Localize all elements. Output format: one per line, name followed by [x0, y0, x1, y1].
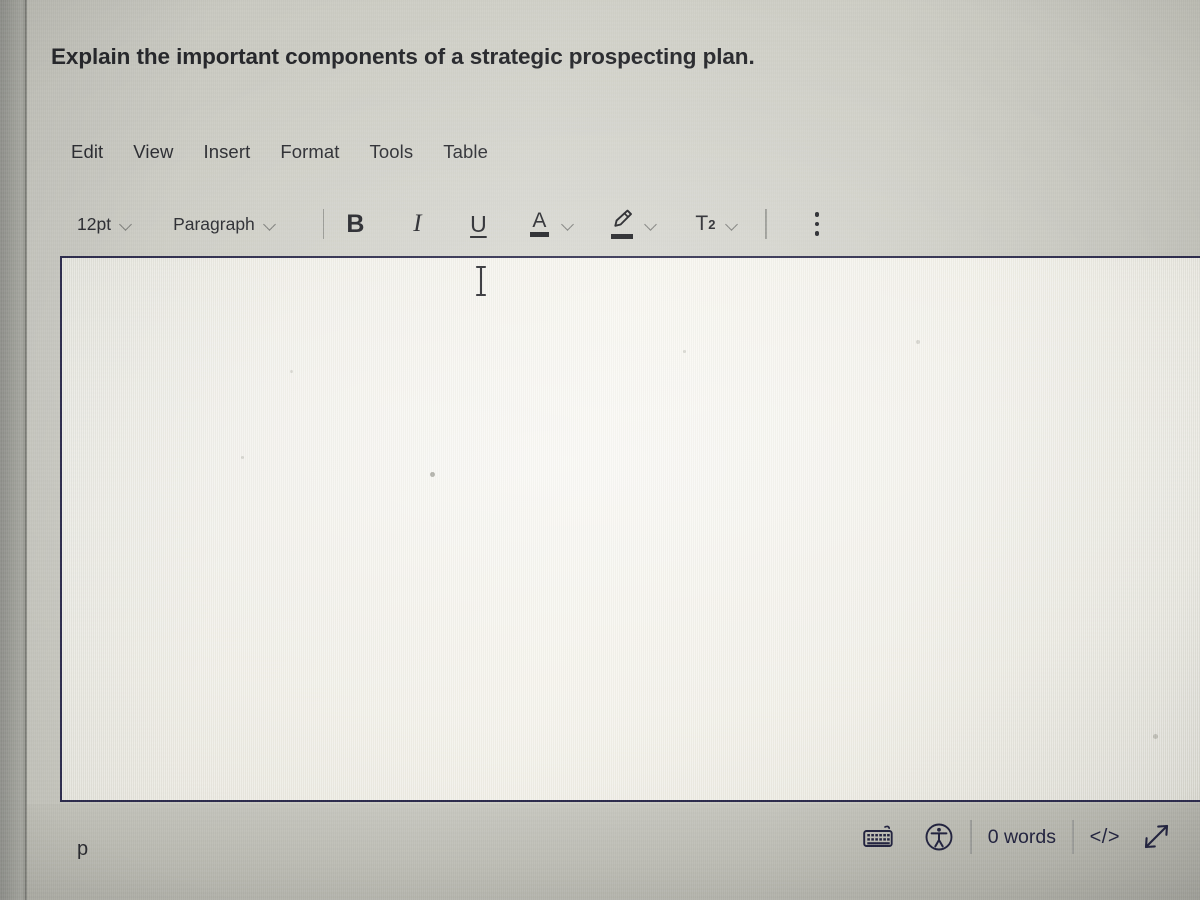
- highlight-color-button[interactable]: [611, 207, 634, 241]
- status-divider: [1071, 820, 1074, 854]
- html-source-button[interactable]: </>: [1090, 826, 1120, 849]
- question-prompt: Explain the important components of a st…: [51, 44, 755, 69]
- chevron-down-icon[interactable]: [645, 218, 658, 231]
- font-size-value: 12pt: [77, 213, 112, 234]
- rich-text-editor[interactable]: [60, 256, 1200, 802]
- formatting-toolbar: 12pt Paragraph B I U A T 2: [77, 205, 820, 243]
- dust-speck: [916, 340, 920, 344]
- block-format-select[interactable]: Paragraph: [173, 214, 277, 235]
- menu-item-insert[interactable]: Insert: [203, 141, 250, 163]
- dust-speck: [430, 472, 435, 477]
- superscript-button[interactable]: T2: [694, 207, 716, 241]
- bold-button[interactable]: B: [344, 207, 366, 241]
- menubar: Edit View Insert Format Tools Table: [71, 141, 488, 163]
- more-options-button[interactable]: [814, 212, 820, 236]
- text-color-glyph: A: [532, 209, 547, 232]
- toolbar-divider: [765, 209, 767, 239]
- dust-speck: [290, 370, 293, 373]
- underline-button[interactable]: U: [467, 207, 489, 241]
- chevron-down-icon: [120, 218, 133, 231]
- italic-button[interactable]: I: [406, 207, 428, 241]
- resize-diagonal-icon[interactable]: [1140, 821, 1172, 853]
- accessibility-checker-icon[interactable]: [924, 822, 954, 852]
- dust-speck: [683, 350, 686, 353]
- menu-item-tools[interactable]: Tools: [370, 141, 414, 163]
- element-path-indicator[interactable]: p: [77, 838, 88, 861]
- status-bar-right: 0 words </>: [862, 820, 1172, 854]
- menu-item-edit[interactable]: Edit: [71, 141, 103, 163]
- editor-surface-texture: [62, 258, 1200, 800]
- font-size-select[interactable]: 12pt: [77, 214, 133, 235]
- kebab-dot: [814, 212, 820, 217]
- kebab-dot: [814, 221, 820, 227]
- menu-item-table[interactable]: Table: [443, 141, 488, 163]
- status-divider: [970, 820, 972, 854]
- dust-speck: [241, 456, 244, 459]
- menu-item-view[interactable]: View: [133, 141, 173, 163]
- word-count[interactable]: 0 words: [988, 826, 1056, 849]
- monitor-bezel: [0, 0, 27, 900]
- text-color-button[interactable]: A: [528, 207, 550, 241]
- menu-item-format[interactable]: Format: [280, 141, 339, 163]
- block-format-value: Paragraph: [173, 213, 255, 234]
- chevron-down-icon: [264, 218, 277, 231]
- dust-speck: [1153, 734, 1158, 739]
- highlight-color-swatch: [611, 234, 634, 239]
- superscript-exponent: 2: [708, 216, 716, 232]
- photographed-screen: Explain the important components of a st…: [0, 0, 1200, 900]
- page-content: Explain the important components of a st…: [27, 0, 1200, 900]
- chevron-down-icon[interactable]: [562, 218, 575, 231]
- chevron-down-icon[interactable]: [726, 218, 739, 231]
- toolbar-divider: [322, 209, 325, 239]
- superscript-glyph: T: [695, 212, 709, 235]
- kebab-dot: [814, 231, 820, 236]
- highlighter-pen-icon: [611, 209, 633, 232]
- keyboard-icon[interactable]: [862, 824, 894, 850]
- text-color-swatch: [529, 232, 549, 237]
